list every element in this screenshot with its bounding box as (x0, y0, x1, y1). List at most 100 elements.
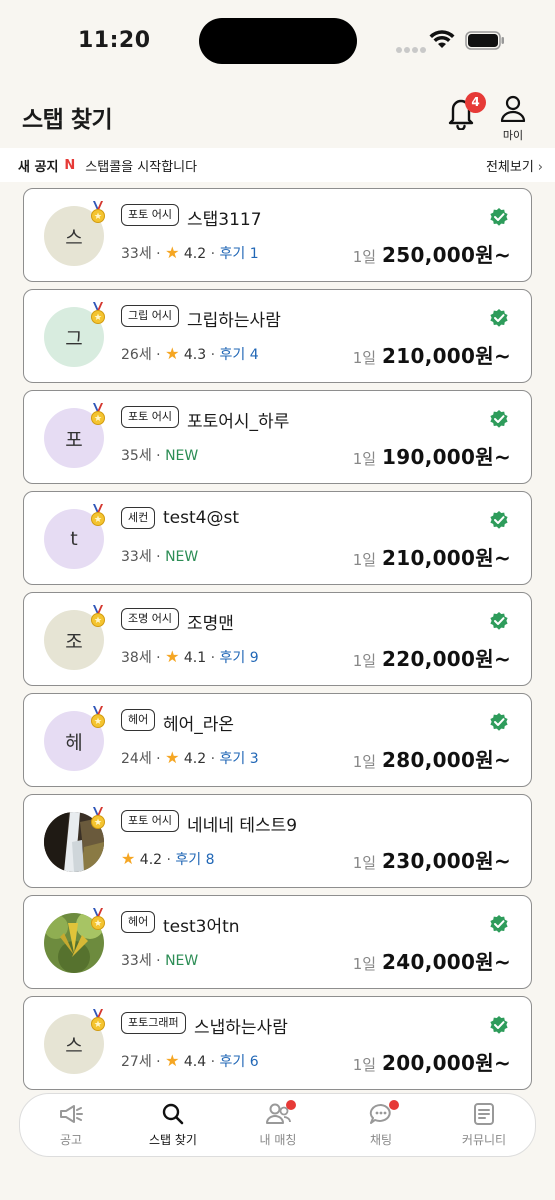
staff-card[interactable]: 헤 헤어 헤어_라온 24세 · ★ 4.2 · 후기 3 1일 280,000원~ (23, 693, 532, 787)
tab-label: 채팅 (369, 1133, 393, 1147)
age: 35세 (121, 448, 152, 464)
signal-icon (396, 38, 428, 57)
star-icon: ★ (165, 344, 180, 363)
avatar-initial: 조 (65, 630, 83, 653)
review-count: 후기 1 (219, 246, 259, 262)
staff-card[interactable]: 스 포토 어시 스탭3117 33세 · ★ 4.2 · 후기 1 1일 250,000원… (23, 188, 532, 282)
avatar-initial: 스 (65, 1034, 83, 1057)
medal-icon (90, 1009, 106, 1033)
staff-card[interactable]: 헤어 test3어tn 33세 · NEW 1일 240,000원~ (23, 895, 532, 989)
people-icon (238, 1102, 318, 1126)
battery-icon (465, 31, 504, 50)
staff-meta: 33세 · NEW (121, 549, 199, 565)
my-label: 마이 (502, 129, 524, 142)
age: 27세 (121, 1054, 152, 1070)
staff-card[interactable]: 그 그립 어시 그립하는사람 26세 · ★ 4.3 · 후기 4 1일 210,000원… (23, 289, 532, 383)
new-label: NEW (165, 549, 199, 565)
staff-name: 포토어시_하루 (187, 412, 290, 432)
verified-icon (489, 207, 509, 227)
day-unit: 1일 (352, 753, 377, 771)
price: 280,000원~ (382, 748, 511, 772)
verified-icon (489, 1015, 509, 1035)
staff-card[interactable]: 포 포토 어시 포토어시_하루 35세 · NEW 1일 190,000원~ (23, 390, 532, 484)
staff-name: 스탭3117 (187, 210, 262, 230)
day-unit: 1일 (352, 652, 377, 670)
chevron-right-icon: › (537, 160, 543, 175)
medal-icon (90, 807, 106, 831)
price: 200,000원~ (382, 1051, 511, 1075)
review-count: 후기 4 (219, 347, 259, 363)
tab-board[interactable]: 커뮤니티 (444, 1102, 524, 1148)
medal-icon (90, 605, 106, 629)
day-unit: 1일 (352, 248, 377, 266)
tab-people[interactable]: 내 매칭 (238, 1100, 318, 1148)
tab-chat[interactable]: 채팅 (341, 1100, 421, 1148)
notice-bar[interactable]: 새 공지 N 스탭콜을 시작합니다 전체보기 › (0, 148, 555, 182)
bottom-tab-bar: 공고 스탭 찾기 내 매칭 채팅 커뮤니티 (19, 1093, 536, 1157)
staff-list: 스 포토 어시 스탭3117 33세 · ★ 4.2 · 후기 1 1일 250,000원… (23, 188, 532, 1097)
age: 26세 (121, 347, 152, 363)
new-label: NEW (165, 448, 199, 464)
app-header: 스탭 찾기 마이 (0, 80, 555, 150)
price: 250,000원~ (382, 243, 511, 267)
price: 230,000원~ (382, 849, 511, 873)
medal-icon (90, 302, 106, 326)
day-unit: 1일 (352, 349, 377, 367)
tab-label: 내 매칭 (259, 1133, 297, 1147)
staff-card[interactable]: 스 포토그래퍼 스냅하는사람 27세 · ★ 4.4 · 후기 6 1일 200,000원… (23, 996, 532, 1090)
avatar-initial: 그 (65, 327, 83, 350)
tab-label: 커뮤니티 (461, 1133, 507, 1147)
staff-meta: 38세 · ★ 4.1 · 후기 9 (121, 647, 259, 666)
avatar-initial: 포 (65, 428, 83, 451)
rating: 4.2 (183, 246, 207, 262)
view-all-label: 전체보기 (485, 160, 534, 175)
role-tag: 포토 어시 (121, 204, 179, 226)
staff-name: 그립하는사람 (187, 311, 281, 331)
staff-meta: 33세 · ★ 4.2 · 후기 1 (121, 243, 259, 262)
staff-card[interactable]: 포토 어시 네네네 테스트9 ★ 4.2 · 후기 8 1일 230,000원~ (23, 794, 532, 888)
megaphone-icon (31, 1102, 111, 1126)
staff-name: test4@st (163, 508, 239, 528)
star-icon: ★ (165, 647, 180, 666)
staff-meta: ★ 4.2 · 후기 8 (121, 849, 215, 868)
medal-icon (90, 504, 106, 528)
price-group: 1일 210,000원~ (353, 542, 511, 571)
staff-card[interactable]: t 세컨 test4@st 33세 · NEW 1일 210,000원~ (23, 491, 532, 585)
price-group: 1일 240,000원~ (353, 946, 511, 975)
dynamic-island (199, 18, 357, 64)
staff-card[interactable]: 조 조명 어시 조명맨 38세 · ★ 4.1 · 후기 9 1일 220,000원~ (23, 592, 532, 686)
price-group: 1일 200,000원~ (353, 1047, 511, 1076)
tab-megaphone[interactable]: 공고 (31, 1102, 111, 1148)
page-title: 스탭 찾기 (22, 107, 113, 133)
review-count: 후기 3 (219, 751, 259, 767)
price-group: 1일 210,000원~ (353, 340, 511, 369)
day-unit: 1일 (352, 854, 377, 872)
verified-icon (489, 510, 509, 530)
star-icon: ★ (165, 243, 180, 262)
medal-icon (90, 706, 106, 730)
staff-meta: 35세 · NEW (121, 448, 199, 464)
price-group: 1일 230,000원~ (353, 845, 511, 874)
staff-name: 조명맨 (187, 614, 234, 634)
review-count: 후기 6 (219, 1054, 259, 1070)
role-tag: 포토 어시 (121, 406, 179, 428)
tab-search[interactable]: 스탭 찾기 (133, 1102, 213, 1148)
view-all-link[interactable]: 전체보기 › (486, 156, 543, 175)
person-icon (500, 95, 526, 123)
verified-icon (489, 914, 509, 934)
my-page-button[interactable]: 마이 (496, 94, 530, 142)
verified-icon (489, 611, 509, 631)
unread-dot (389, 1100, 399, 1110)
staff-meta: 33세 · NEW (121, 953, 199, 969)
role-tag: 헤어 (121, 709, 156, 731)
age: 24세 (121, 751, 152, 767)
staff-meta: 26세 · ★ 4.3 · 후기 4 (121, 344, 259, 363)
review-count: 후기 8 (175, 852, 215, 868)
star-icon: ★ (121, 849, 136, 868)
avatar-initial: 헤 (65, 731, 83, 754)
tab-label: 스탭 찾기 (149, 1133, 197, 1147)
staff-name: test3어tn (163, 917, 240, 937)
age: 38세 (121, 650, 152, 666)
medal-icon (90, 201, 106, 225)
price-group: 1일 280,000원~ (353, 744, 511, 773)
